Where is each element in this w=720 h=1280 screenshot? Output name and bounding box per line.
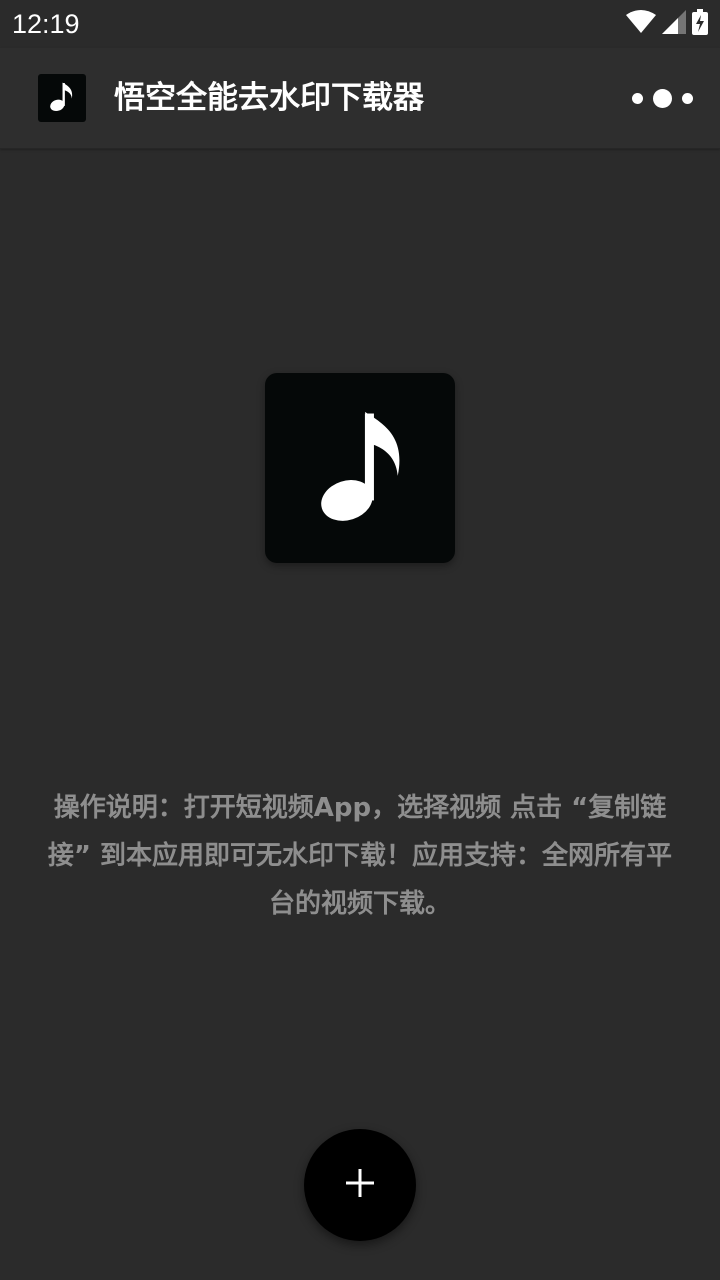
battery-charging-icon xyxy=(692,9,708,39)
status-bar: 12:19 xyxy=(0,0,720,48)
app-screen: 12:19 悟空全能去水印下载器 操作说明：打开短视频App，选择视频 点击 “… xyxy=(0,0,720,1280)
app-bar: 悟空全能去水印下载器 xyxy=(0,48,720,149)
center-logo xyxy=(265,373,455,563)
more-dots-icon-center xyxy=(652,88,672,108)
status-icons xyxy=(626,9,708,39)
app-title: 悟空全能去水印下载器 xyxy=(114,80,424,116)
status-time: 12:19 xyxy=(12,9,80,39)
app-logo xyxy=(38,74,86,122)
plus-icon xyxy=(344,1167,376,1203)
add-button[interactable] xyxy=(304,1129,416,1241)
signal-icon xyxy=(662,10,686,38)
more-options-button[interactable] xyxy=(624,78,700,118)
more-dots-icon xyxy=(631,92,643,104)
wifi-icon xyxy=(626,10,656,38)
music-note-icon xyxy=(49,79,75,117)
instructions-text: 操作说明：打开短视频App，选择视频 点击 “复制链接” 到本应用即可无水印下载… xyxy=(47,793,673,919)
more-dots-icon-right xyxy=(681,92,693,104)
music-note-icon xyxy=(319,406,401,530)
